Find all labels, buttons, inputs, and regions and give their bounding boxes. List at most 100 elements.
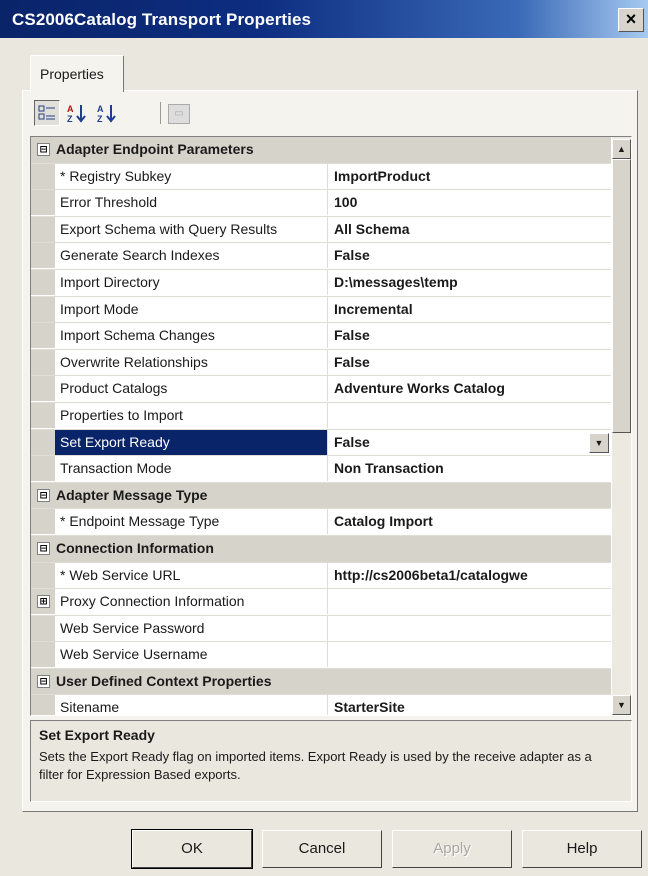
property-name[interactable]: Import Mode bbox=[55, 296, 328, 322]
property-row[interactable]: * Endpoint Message Type Catalog Import bbox=[31, 509, 611, 536]
ok-button[interactable]: OK bbox=[131, 829, 253, 869]
property-row[interactable]: Transaction Mode Non Transaction bbox=[31, 456, 611, 483]
row-gutter bbox=[31, 456, 55, 482]
svg-text:A: A bbox=[97, 104, 104, 114]
property-row[interactable]: Generate Search Indexes False bbox=[31, 243, 611, 270]
row-gutter bbox=[31, 695, 55, 715]
property-name[interactable]: * Endpoint Message Type bbox=[55, 509, 328, 535]
property-name[interactable]: Web Service Password bbox=[55, 615, 328, 641]
property-value[interactable]: ImportProduct bbox=[328, 164, 617, 189]
title-bar[interactable]: CS2006Catalog Transport Properties × bbox=[0, 0, 648, 38]
property-value[interactable]: Incremental bbox=[328, 297, 617, 322]
property-value[interactable] bbox=[328, 589, 617, 614]
property-row[interactable]: Import Schema Changes False bbox=[31, 323, 611, 350]
property-name[interactable]: Export Schema with Query Results bbox=[55, 216, 328, 242]
category-label: User Defined Context Properties bbox=[56, 672, 272, 689]
property-name[interactable]: Properties to Import bbox=[55, 402, 328, 428]
scroll-thumb[interactable] bbox=[612, 159, 631, 433]
row-gutter bbox=[31, 376, 55, 402]
property-value[interactable]: All Schema bbox=[328, 217, 617, 242]
property-row[interactable]: * Web Service URL http://cs2006beta1/cata… bbox=[31, 562, 611, 590]
property-value[interactable]: D:\messages\temp bbox=[328, 270, 617, 295]
property-row[interactable]: Error Threshold 100 bbox=[31, 190, 611, 217]
property-value[interactable]: Adventure Works Catalog bbox=[328, 376, 617, 401]
property-value[interactable]: StarterSite bbox=[328, 695, 617, 715]
collapse-icon[interactable]: ⊟ bbox=[37, 541, 50, 555]
category-row[interactable]: ⊟ Adapter Message Type bbox=[31, 482, 611, 510]
property-name[interactable]: Import Directory bbox=[55, 269, 328, 295]
help-button[interactable]: Help bbox=[522, 830, 642, 868]
property-value[interactable]: False bbox=[328, 430, 617, 455]
property-name[interactable]: Error Threshold bbox=[55, 190, 328, 216]
description-pane: Set Export Ready Sets the Export Ready f… bbox=[30, 720, 632, 802]
row-gutter bbox=[31, 243, 55, 269]
scroll-up-button[interactable]: ▲ bbox=[612, 139, 631, 159]
property-value[interactable]: Non Transaction bbox=[328, 456, 617, 481]
property-name[interactable]: Overwrite Relationships bbox=[55, 349, 328, 375]
property-value[interactable]: Catalog Import bbox=[328, 509, 617, 534]
grid-vertical-scrollbar[interactable]: ▲ ▼ bbox=[612, 137, 631, 715]
close-button[interactable]: × bbox=[618, 8, 644, 32]
row-gutter bbox=[31, 615, 55, 641]
collapse-icon[interactable]: ⊟ bbox=[37, 143, 50, 156]
property-name[interactable]: Product Catalogs bbox=[55, 376, 328, 402]
tab-properties-label: Properties bbox=[40, 66, 104, 82]
collapse-icon[interactable]: ⊟ bbox=[37, 488, 50, 502]
row-gutter bbox=[31, 642, 55, 668]
property-pages-icon[interactable]: ▭ bbox=[168, 104, 190, 124]
property-row[interactable]: Web Service Username bbox=[31, 642, 611, 669]
property-row[interactable]: Export Schema with Query Results All Sche… bbox=[31, 216, 611, 244]
property-name[interactable]: Sitename bbox=[55, 695, 328, 715]
property-name[interactable]: Import Schema Changes bbox=[55, 323, 328, 349]
sort-az-icon[interactable]: A Z bbox=[64, 100, 90, 126]
property-row[interactable]: ⊞ Proxy Connection Information bbox=[31, 589, 611, 616]
property-grid-rows: ⊟ Adapter Endpoint Parameters * Registry S… bbox=[31, 137, 611, 715]
scroll-down-button[interactable]: ▼ bbox=[612, 695, 631, 715]
property-name[interactable]: * Registry Subkey bbox=[55, 163, 328, 189]
property-value[interactable]: False bbox=[328, 323, 617, 348]
property-grid[interactable]: ⊟ Adapter Endpoint Parameters * Registry S… bbox=[30, 136, 632, 716]
row-gutter bbox=[31, 163, 55, 189]
property-row[interactable]: Overwrite Relationships False bbox=[31, 349, 611, 377]
property-value[interactable]: False bbox=[328, 243, 617, 268]
property-row[interactable]: Product Catalogs Adventure Works Catalog bbox=[31, 376, 611, 403]
row-gutter bbox=[31, 562, 55, 588]
category-row[interactable]: ⊟ User Defined Context Properties bbox=[31, 668, 611, 696]
row-gutter bbox=[31, 190, 55, 216]
window-title: CS2006Catalog Transport Properties bbox=[12, 10, 312, 29]
tab-properties[interactable]: Properties bbox=[30, 55, 124, 92]
property-row[interactable]: Import Mode Incremental bbox=[31, 296, 611, 324]
property-name[interactable]: * Web Service URL bbox=[55, 562, 328, 588]
property-row[interactable]: Properties to Import bbox=[31, 402, 611, 430]
category-row[interactable]: ⊟ Connection Information bbox=[31, 535, 611, 563]
property-value[interactable]: False bbox=[328, 350, 617, 375]
property-name[interactable]: Web Service Username bbox=[55, 642, 328, 668]
description-text: Sets the Export Ready flag on imported i… bbox=[39, 749, 592, 782]
categorized-icon[interactable] bbox=[34, 100, 60, 126]
property-value[interactable] bbox=[328, 616, 617, 641]
property-row[interactable]: Sitename StarterSite bbox=[31, 695, 611, 715]
property-name[interactable]: Set Export Ready bbox=[55, 429, 328, 455]
property-value[interactable] bbox=[328, 403, 617, 428]
category-row[interactable]: ⊟ Adapter Endpoint Parameters bbox=[31, 137, 611, 164]
row-gutter bbox=[31, 349, 55, 375]
property-name[interactable]: Transaction Mode bbox=[55, 456, 328, 482]
property-value[interactable]: http://cs2006beta1/catalogwe bbox=[328, 563, 617, 588]
property-row[interactable]: Set Export Ready False ▼ bbox=[31, 429, 611, 457]
cancel-button[interactable]: Cancel bbox=[262, 830, 382, 868]
property-value[interactable]: 100 bbox=[328, 190, 617, 215]
property-name[interactable]: Proxy Connection Information bbox=[55, 589, 328, 615]
property-row[interactable]: * Registry Subkey ImportProduct bbox=[31, 163, 611, 191]
row-gutter bbox=[31, 269, 55, 295]
apply-button[interactable]: Apply bbox=[392, 830, 512, 868]
property-value[interactable] bbox=[328, 642, 617, 667]
expand-icon[interactable]: ⊞ bbox=[37, 595, 50, 609]
svg-text:Z: Z bbox=[67, 114, 73, 124]
row-gutter bbox=[31, 509, 55, 535]
sort-za-icon[interactable]: A Z bbox=[94, 100, 120, 126]
collapse-icon[interactable]: ⊟ bbox=[37, 674, 50, 688]
property-row[interactable]: Import Directory D:\messages\temp bbox=[31, 269, 611, 297]
property-row[interactable]: Web Service Password bbox=[31, 615, 611, 643]
property-name[interactable]: Generate Search Indexes bbox=[55, 243, 328, 269]
dropdown-arrow-icon[interactable]: ▼ bbox=[589, 432, 609, 453]
